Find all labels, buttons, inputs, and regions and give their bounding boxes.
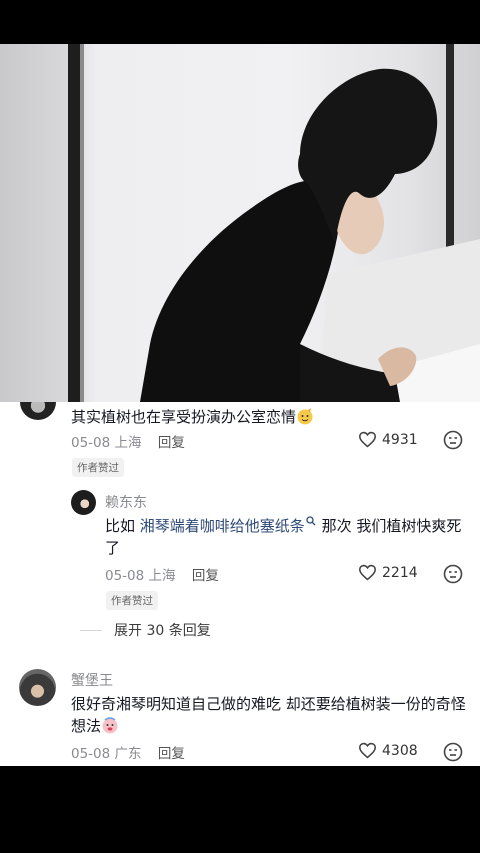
heart-icon [358, 431, 377, 448]
reply-button[interactable]: 回复 [158, 435, 185, 451]
expand-replies-button[interactable]: 展开 30 条回复 [80, 620, 211, 640]
like-count: 2214 [382, 564, 418, 581]
video-scene [68, 44, 480, 402]
search-icon[interactable] [305, 515, 317, 527]
author-liked-badge: 作者赞过 [106, 591, 158, 610]
comment-text: 很好奇湘琴明知道自己做的难吃 却还要给植树装一份的奇怪想法 [71, 693, 466, 737]
reply-meta: 05-08 上海 回复 [105, 564, 219, 584]
reply-date: 05-08 [105, 568, 145, 584]
divider [80, 629, 102, 631]
reply-button[interactable]: 回复 [192, 568, 219, 584]
like-count: 4308 [382, 742, 418, 759]
avatar[interactable] [19, 669, 56, 706]
dislike-icon[interactable] [443, 430, 463, 450]
reply-location: 上海 [148, 568, 176, 584]
emoji-icon [102, 717, 118, 734]
video-frame[interactable] [0, 44, 480, 402]
reply-text-prefix: 比如 [105, 517, 140, 535]
username[interactable]: 赖东东 [105, 492, 147, 512]
like-button[interactable]: 4308 [358, 742, 418, 759]
comment-meta: 05-08 广东 回复 [71, 742, 185, 762]
author-liked-badge: 作者赞过 [72, 458, 124, 477]
like-button[interactable]: 2214 [358, 564, 418, 581]
dislike-icon[interactable] [443, 564, 463, 584]
comment-meta: 05-08 上海 回复 [71, 431, 185, 451]
comment-date: 05-08 [71, 746, 111, 762]
comment-text-content: 其实植树也在享受扮演办公室恋情 [71, 408, 297, 426]
like-count: 4931 [382, 431, 418, 448]
comment-location: 广东 [114, 746, 142, 762]
reply-text: 比如 湘琴端着咖啡给他塞纸条 那次 我们植树快爽死了 [105, 515, 465, 559]
emoji-icon [297, 408, 313, 425]
username[interactable]: 蟹堡王 [71, 670, 113, 690]
heart-icon [358, 742, 377, 759]
dislike-icon[interactable] [443, 742, 463, 762]
search-highlight-link[interactable]: 湘琴端着咖啡给他塞纸条 [140, 517, 305, 535]
heart-icon [358, 564, 377, 581]
comments-panel: 其实植树也在享受扮演办公室恋情 05-08 上海 回复 4931 作者赞过 赖东… [0, 402, 480, 766]
expand-replies-label: 展开 30 条回复 [114, 623, 211, 639]
comment-text: 其实植树也在享受扮演办公室恋情 [71, 406, 314, 428]
comment-location: 上海 [114, 435, 142, 451]
comment-text-content: 很好奇湘琴明知道自己做的难吃 却还要给植树装一份的奇怪想法 [71, 695, 466, 735]
avatar[interactable] [20, 402, 56, 420]
avatar[interactable] [71, 490, 96, 515]
reply-button[interactable]: 回复 [158, 746, 185, 762]
like-button[interactable]: 4931 [358, 431, 418, 448]
comment-date: 05-08 [71, 435, 111, 451]
